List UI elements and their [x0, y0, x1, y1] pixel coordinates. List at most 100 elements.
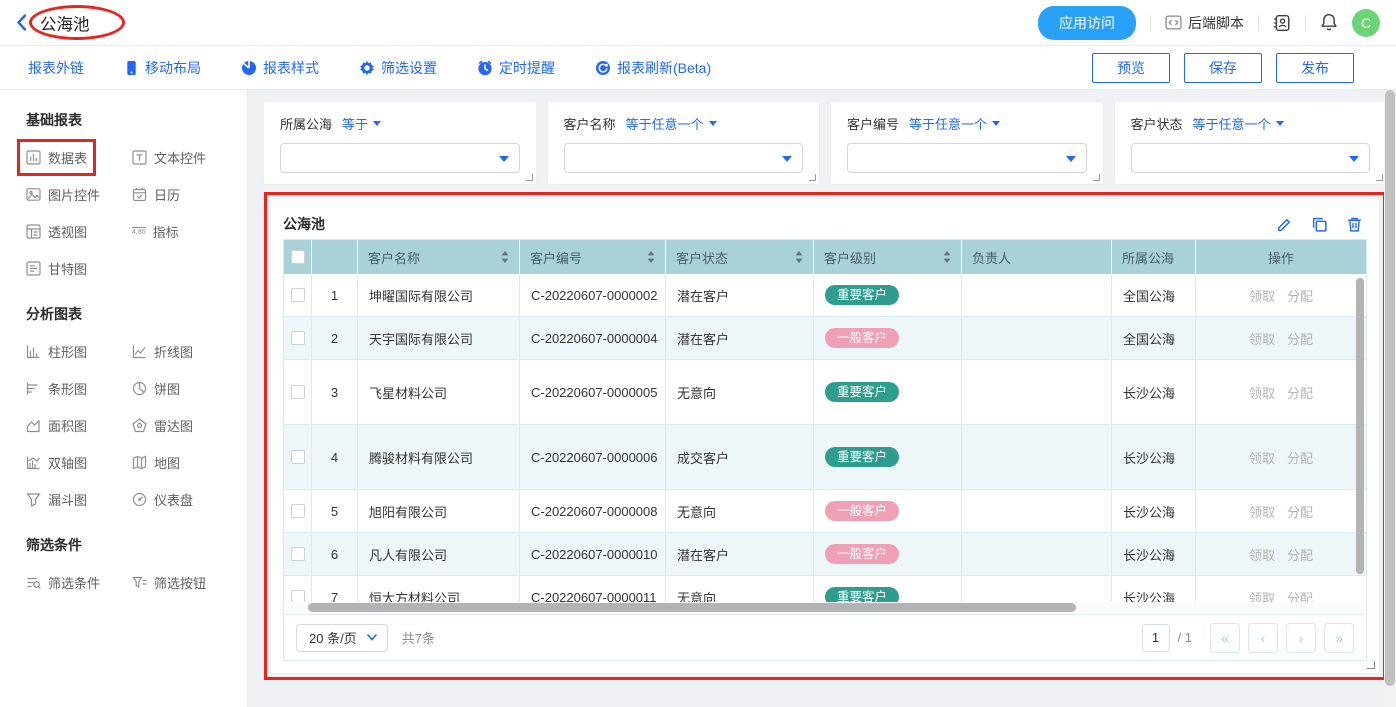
page-size-select[interactable]: 20 条/页 [296, 624, 388, 652]
cell-customer-code: C-20220607-0000002 [520, 274, 666, 316]
back-button[interactable] [16, 14, 27, 31]
sidebar-item-filter-button[interactable]: 筛选按钮 [132, 573, 206, 592]
cell-customer-status: 潜在客户 [666, 533, 814, 575]
toolbar-item-timed-reminder[interactable]: 定时提醒 [477, 58, 555, 78]
cell-pool: 长沙公海 [1112, 533, 1196, 575]
assign-link[interactable]: 分配 [1287, 329, 1313, 348]
delete-icon[interactable] [1346, 216, 1363, 233]
filter-operator-dropdown[interactable]: 等于任意一个 [1193, 114, 1284, 133]
row-checkbox[interactable] [291, 504, 305, 518]
assign-link[interactable]: 分配 [1287, 588, 1313, 603]
select-all-checkbox[interactable] [291, 250, 305, 264]
toolbar-item-report-style[interactable]: 报表样式 [241, 58, 319, 78]
app-access-button[interactable]: 应用访问 [1038, 6, 1136, 40]
last-page-button[interactable]: » [1324, 623, 1354, 653]
row-checkbox[interactable] [291, 331, 305, 345]
first-page-button[interactable]: « [1210, 623, 1240, 653]
table-vertical-scrollbar[interactable] [1356, 278, 1364, 574]
sidebar-item-map[interactable]: 地图 [132, 453, 180, 472]
edit-icon[interactable] [1276, 216, 1293, 233]
claim-link[interactable]: 领取 [1249, 448, 1275, 467]
toolbar-item-report-link[interactable]: 报表外链 [28, 58, 84, 78]
sidebar-item-area-chart[interactable]: 面积图 [26, 416, 87, 435]
page-scrollbar[interactable] [1385, 90, 1395, 686]
assign-link[interactable]: 分配 [1287, 286, 1313, 305]
sort-icon[interactable] [943, 251, 951, 263]
resize-handle[interactable] [526, 174, 533, 181]
row-checkbox[interactable] [291, 590, 305, 602]
filter-operator-dropdown[interactable]: 等于 [342, 114, 381, 133]
contacts-button[interactable] [1273, 14, 1291, 32]
sidebar-item-metric[interactable]: 4,80 指标 [132, 222, 179, 241]
resize-handle[interactable] [1376, 174, 1383, 181]
column-header-level[interactable]: 客户级别 [814, 240, 962, 274]
sidebar-item-data-table[interactable]: 数据表 [26, 148, 87, 167]
sidebar-item-radar-chart[interactable]: 雷达图 [132, 416, 193, 435]
column-header-code[interactable]: 客户编号 [520, 240, 666, 274]
sidebar-item-image-widget[interactable]: 图片控件 [26, 185, 100, 204]
sidebar-item-dual-axis-chart[interactable]: 双轴图 [26, 453, 87, 472]
notifications-button[interactable] [1320, 13, 1338, 32]
claim-link[interactable]: 领取 [1249, 329, 1275, 348]
sidebar-item-pie-chart[interactable]: 饼图 [132, 379, 180, 398]
assign-link[interactable]: 分配 [1287, 502, 1313, 521]
sidebar-item-text-widget[interactable]: 文本控件 [132, 148, 206, 167]
column-header-name[interactable]: 客户名称 [358, 240, 520, 274]
sidebar-item-gauge[interactable]: 仪表盘 [132, 490, 193, 509]
row-checkbox[interactable] [291, 450, 305, 464]
sidebar-item-gantt[interactable]: 甘特图 [26, 259, 87, 278]
cell-owner [962, 490, 1112, 532]
next-page-button[interactable]: › [1286, 623, 1316, 653]
toolbar-item-mobile-layout[interactable]: 移动布局 [124, 58, 201, 78]
sidebar-item-pivot-table[interactable]: 透视图 [26, 222, 87, 241]
sidebar-item-calendar[interactable]: 日历 [132, 185, 180, 204]
backend-script-button[interactable]: 后端脚本 [1165, 13, 1244, 33]
publish-button[interactable]: 发布 [1276, 53, 1354, 83]
assign-link[interactable]: 分配 [1287, 545, 1313, 564]
claim-link[interactable]: 领取 [1249, 502, 1275, 521]
row-checkbox[interactable] [291, 547, 305, 561]
resize-handle[interactable] [1093, 174, 1100, 181]
assign-link[interactable]: 分配 [1287, 383, 1313, 402]
preview-button[interactable]: 预览 [1092, 53, 1170, 83]
claim-link[interactable]: 领取 [1249, 545, 1275, 564]
prev-page-button[interactable]: ‹ [1248, 623, 1278, 653]
row-checkbox[interactable] [291, 385, 305, 399]
filter-operator-dropdown[interactable]: 等于任意一个 [909, 114, 1000, 133]
sidebar-item-column-chart[interactable]: 柱形图 [26, 342, 87, 361]
row-checkbox[interactable] [291, 288, 305, 302]
table-row: 3 飞星材料公司 C-20220607-0000005 无意向 重要客户 长沙公… [284, 360, 1366, 425]
sidebar-item-filter-condition[interactable]: 筛选条件 [26, 573, 100, 592]
claim-link[interactable]: 领取 [1249, 588, 1275, 603]
cell-customer-name: 天宇国际有限公司 [358, 317, 520, 359]
toolbar-item-filter-settings[interactable]: 筛选设置 [359, 58, 437, 78]
filter-operator-dropdown[interactable]: 等于任意一个 [626, 114, 717, 133]
resize-handle[interactable] [1367, 661, 1375, 669]
sidebar-item-bar-chart[interactable]: 条形图 [26, 379, 87, 398]
cell-customer-name: 凡人有限公司 [358, 533, 520, 575]
annotation-rect: 公海池 客户名称 [264, 192, 1386, 680]
timed-reminder-icon [477, 60, 493, 76]
sort-icon[interactable] [795, 251, 803, 263]
table-horizontal-scrollbar[interactable] [308, 603, 1076, 612]
sort-icon[interactable] [501, 251, 509, 263]
filter-value-select[interactable] [1131, 143, 1371, 173]
sort-icon[interactable] [647, 251, 655, 263]
claim-link[interactable]: 领取 [1249, 286, 1275, 305]
current-page-input[interactable]: 1 [1142, 624, 1170, 652]
claim-link[interactable]: 领取 [1249, 383, 1275, 402]
user-avatar[interactable]: C [1352, 9, 1380, 37]
assign-link[interactable]: 分配 [1287, 448, 1313, 467]
filter-field-label: 客户名称 [564, 114, 616, 133]
sidebar-item-funnel-chart[interactable]: 漏斗图 [26, 490, 87, 509]
resize-handle[interactable] [809, 174, 816, 181]
filter-value-select[interactable] [847, 143, 1087, 173]
filter-value-select[interactable] [564, 143, 804, 173]
cell-customer-code: C-20220607-0000005 [520, 360, 666, 424]
toolbar-item-report-refresh[interactable]: 报表刷新(Beta) [595, 58, 711, 78]
copy-icon[interactable] [1311, 216, 1328, 233]
filter-value-select[interactable] [280, 143, 520, 173]
sidebar-item-line-chart[interactable]: 折线图 [132, 342, 193, 361]
save-button[interactable]: 保存 [1184, 53, 1262, 83]
column-header-status[interactable]: 客户状态 [666, 240, 814, 274]
